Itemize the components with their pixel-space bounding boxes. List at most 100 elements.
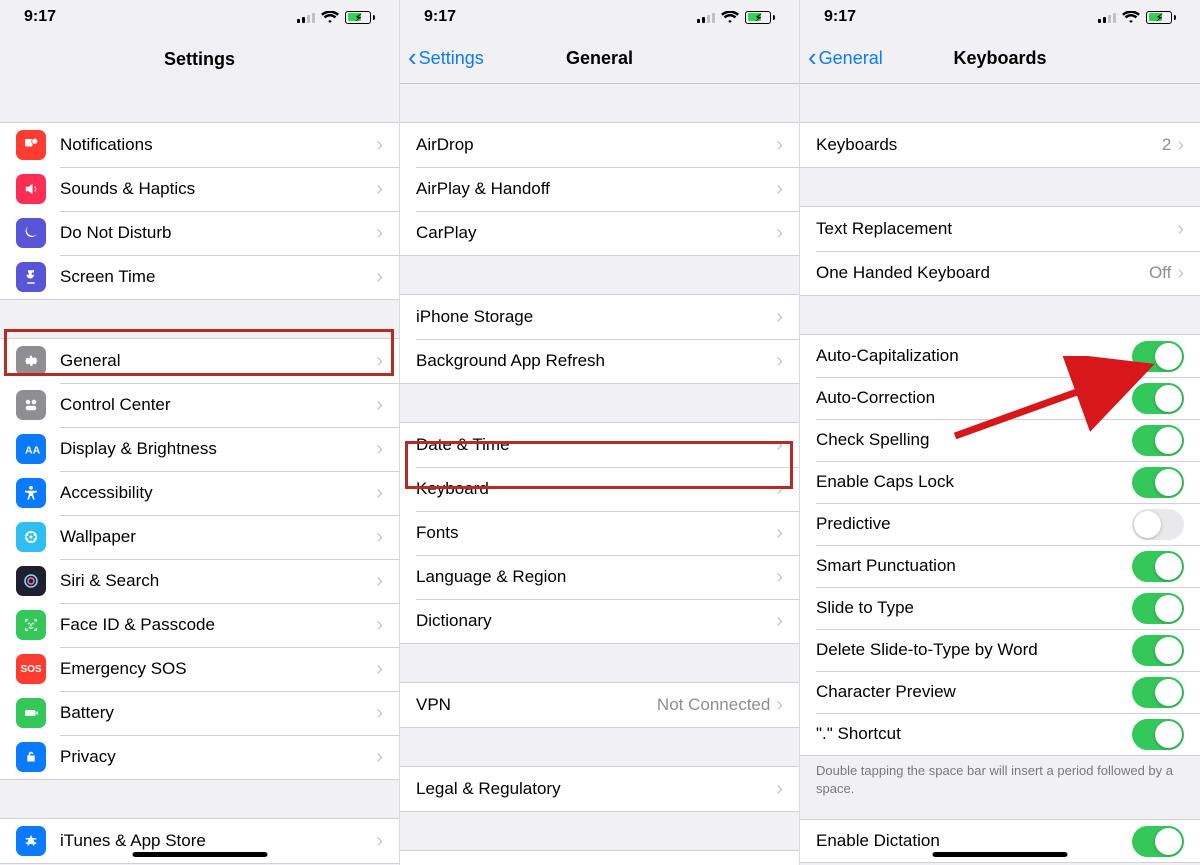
general-icon: [16, 346, 46, 376]
cell-vpn[interactable]: VPNNot Connected›: [400, 683, 799, 727]
chevron-icon: ›: [1177, 219, 1184, 239]
chevron-icon: ›: [376, 615, 383, 635]
cell-control-center[interactable]: Control Center›: [0, 383, 399, 427]
cell-label: AirPlay & Handoff: [416, 179, 776, 199]
cell-sounds-haptics[interactable]: Sounds & Haptics›: [0, 167, 399, 211]
battery-icon: ⚡︎: [345, 11, 375, 24]
cell-detail: Not Connected: [657, 695, 770, 715]
back-button[interactable]: ‹General: [808, 48, 883, 69]
chevron-icon: ›: [776, 223, 783, 243]
cell-privacy[interactable]: Privacy›: [0, 735, 399, 779]
cell-label: Sounds & Haptics: [60, 179, 376, 199]
chevron-icon: ›: [376, 395, 383, 415]
cell-accessibility[interactable]: Accessibility›: [0, 471, 399, 515]
toggle-smart-punctuation[interactable]: [1132, 551, 1184, 582]
accessibility-icon: [16, 478, 46, 508]
cell-background-app-refresh[interactable]: Background App Refresh›: [400, 339, 799, 383]
cell-notifications[interactable]: Notifications›: [0, 123, 399, 167]
cellular-icon: [697, 11, 715, 23]
cell-label: Display & Brightness: [60, 439, 376, 459]
cell-siri-search[interactable]: Siri & Search›: [0, 559, 399, 603]
emergency-sos-icon: SOS: [16, 654, 46, 684]
toggle-delete-slide-to-type-by-word[interactable]: [1132, 635, 1184, 666]
wifi-icon: [1122, 11, 1140, 24]
cell-label: Siri & Search: [60, 571, 376, 591]
cell-reset[interactable]: Reset›: [400, 851, 799, 865]
cell-label: Face ID & Passcode: [60, 615, 376, 635]
wifi-icon: [321, 11, 339, 24]
nav-title: Settings: [164, 49, 235, 70]
cell-shortcut: "." Shortcut: [800, 713, 1200, 755]
navbar: Settings: [0, 34, 399, 84]
cell-label: Do Not Disturb: [60, 223, 376, 243]
cell-emergency-sos[interactable]: SOSEmergency SOS›: [0, 647, 399, 691]
itunes-app-store-icon: [16, 826, 46, 856]
cell-face-id-passcode[interactable]: Face ID & Passcode›: [0, 603, 399, 647]
back-button[interactable]: ‹Settings: [408, 48, 484, 69]
cell-keyboard[interactable]: Keyboard›: [400, 467, 799, 511]
cell-label: Privacy: [60, 747, 376, 767]
chevron-icon: ›: [376, 135, 383, 155]
cell-one-handed-keyboard[interactable]: One Handed KeyboardOff›: [800, 251, 1200, 295]
chevron-icon: ›: [776, 307, 783, 327]
cell-language-region[interactable]: Language & Region›: [400, 555, 799, 599]
cell-screen-time[interactable]: Screen Time›: [0, 255, 399, 299]
chevron-icon: ›: [776, 435, 783, 455]
chevron-icon: ›: [376, 747, 383, 767]
cell-label: Smart Punctuation: [816, 556, 1132, 576]
screen-general: 9:17 ⚡︎ ‹Settings General AirDrop›AirPla…: [400, 0, 800, 865]
cell-label: Predictive: [816, 514, 1132, 534]
toggle-check-spelling[interactable]: [1132, 425, 1184, 456]
cell-fonts[interactable]: Fonts›: [400, 511, 799, 555]
wallpaper-icon: [16, 522, 46, 552]
cell-label: Language & Region: [416, 567, 776, 587]
cell-character-preview: Character Preview: [800, 671, 1200, 713]
toggle-predictive[interactable]: [1132, 509, 1184, 540]
siri-search-icon: [16, 566, 46, 596]
cell-wallpaper[interactable]: Wallpaper›: [0, 515, 399, 559]
cell-dictionary[interactable]: Dictionary›: [400, 599, 799, 643]
battery-icon: ⚡︎: [1146, 11, 1176, 24]
cell-display-brightness[interactable]: AADisplay & Brightness›: [0, 427, 399, 471]
cell-do-not-disturb[interactable]: Do Not Disturb›: [0, 211, 399, 255]
cell-carplay[interactable]: CarPlay›: [400, 211, 799, 255]
cell-label: Auto-Correction: [816, 388, 1132, 408]
toggle-enable-caps-lock[interactable]: [1132, 467, 1184, 498]
cell-battery[interactable]: Battery›: [0, 691, 399, 735]
cell-label: Date & Time: [416, 435, 776, 455]
cell-iphone-storage[interactable]: iPhone Storage›: [400, 295, 799, 339]
toggle-enable-dictation[interactable]: [1132, 826, 1184, 857]
toggle-character-preview[interactable]: [1132, 677, 1184, 708]
status-bar: 9:17 ⚡︎: [400, 0, 799, 34]
cell-date-time[interactable]: Date & Time›: [400, 423, 799, 467]
toggle-slide-to-type[interactable]: [1132, 593, 1184, 624]
control-center-icon: [16, 390, 46, 420]
cell-label: Emergency SOS: [60, 659, 376, 679]
toggle-auto-correction[interactable]: [1132, 383, 1184, 414]
sounds-haptics-icon: [16, 174, 46, 204]
cell-label: Check Spelling: [816, 430, 1132, 450]
chevron-icon: ›: [376, 267, 383, 287]
toggle-shortcut[interactable]: [1132, 719, 1184, 750]
cell-airdrop[interactable]: AirDrop›: [400, 123, 799, 167]
toggle-auto-capitalization[interactable]: [1132, 341, 1184, 372]
cell-label: Notifications: [60, 135, 376, 155]
cell-keyboards[interactable]: Keyboards2›: [800, 123, 1200, 167]
cell-label: Control Center: [60, 395, 376, 415]
chevron-icon: ›: [1177, 263, 1184, 283]
cell-general[interactable]: General›: [0, 339, 399, 383]
cell-label: Auto-Capitalization: [816, 346, 1132, 366]
cell-label: iTunes & App Store: [60, 831, 376, 851]
navbar: ‹General Keyboards: [800, 34, 1200, 84]
cell-airplay-handoff[interactable]: AirPlay & Handoff›: [400, 167, 799, 211]
battery-icon: ⚡︎: [745, 11, 775, 24]
cell-smart-punctuation: Smart Punctuation: [800, 545, 1200, 587]
chevron-icon: ›: [776, 351, 783, 371]
cell-label: CarPlay: [416, 223, 776, 243]
cell-label: Delete Slide-to-Type by Word: [816, 640, 1132, 660]
chevron-icon: ›: [376, 831, 383, 851]
cell-slide-to-type: Slide to Type: [800, 587, 1200, 629]
screen-time-icon: [16, 262, 46, 292]
cell-text-replacement[interactable]: Text Replacement›: [800, 207, 1200, 251]
cell-legal-regulatory[interactable]: Legal & Regulatory›: [400, 767, 799, 811]
